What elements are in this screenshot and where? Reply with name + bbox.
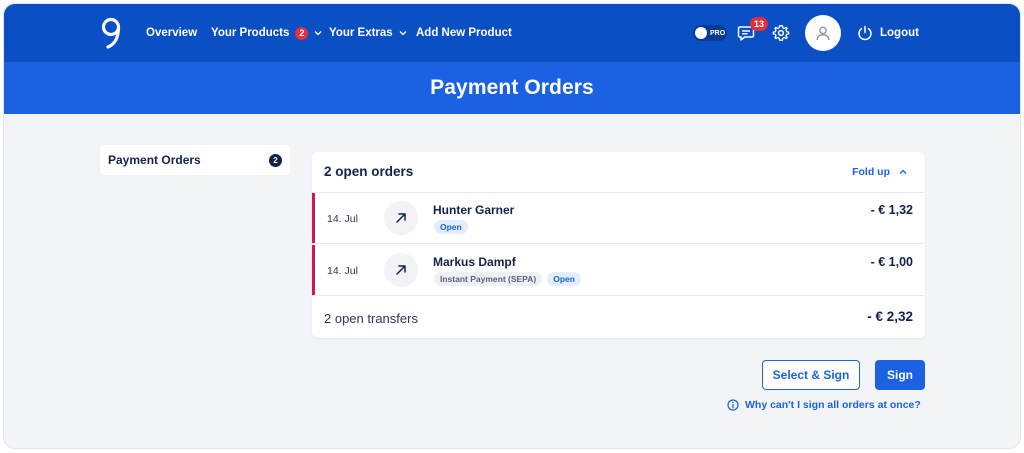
status-badge-open: Open: [434, 220, 468, 234]
settings-button[interactable]: [770, 22, 792, 44]
order-tags: Open: [434, 220, 468, 234]
payment-type-badge: Instant Payment (SEPA): [434, 272, 543, 286]
open-status-indicator: [312, 245, 315, 295]
nav-your-extras-label: Your Extras: [329, 27, 393, 39]
chevron-down-icon: [399, 31, 407, 36]
status-badge-open: Open: [547, 272, 581, 286]
nav-overview-label: Overview: [146, 27, 198, 39]
order-tags: Instant Payment (SEPA) Open: [434, 272, 581, 286]
user-icon: [816, 26, 830, 41]
user-avatar-button[interactable]: [805, 15, 841, 51]
order-date: 14. Jul: [327, 213, 358, 225]
outgoing-transfer-icon-wrap: [384, 201, 418, 235]
card-header: 2 open orders Fold up: [312, 152, 925, 193]
recipient-name: Markus Dampf: [433, 255, 516, 269]
toggle-knob: [695, 27, 707, 39]
messages-count-badge: 13: [750, 17, 769, 31]
select-and-sign-button[interactable]: Select & Sign: [762, 360, 860, 390]
signing-help-label: Why can't I sign all orders at once?: [745, 399, 921, 411]
open-orders-card: 2 open orders Fold up 14. Jul Hunter Gar…: [312, 152, 925, 338]
arrow-up-right-icon: [396, 213, 406, 223]
page-header: Payment Orders: [4, 62, 1020, 114]
app-window: Overview Your Products 2 Your Extras Add…: [3, 3, 1021, 449]
nav-your-products[interactable]: Your Products 2: [211, 4, 322, 62]
brand-logo[interactable]: [99, 16, 123, 50]
chevron-down-icon: [314, 31, 322, 36]
chevron-up-icon: [899, 169, 907, 174]
info-icon: [727, 399, 739, 411]
logout-button[interactable]: Logout: [857, 4, 919, 62]
order-amount: - € 1,00: [870, 255, 913, 269]
total-amount: - € 2,32: [867, 309, 913, 324]
signing-help-link[interactable]: Why can't I sign all orders at once?: [727, 399, 921, 411]
logout-label: Logout: [880, 27, 919, 39]
sidebar-item-label: Payment Orders: [108, 153, 201, 167]
order-date: 14. Jul: [327, 265, 358, 277]
fold-up-button[interactable]: Fold up: [852, 166, 907, 178]
sidebar-count-badge: 2: [269, 153, 282, 167]
fold-up-label: Fold up: [852, 166, 890, 178]
sign-button[interactable]: Sign: [875, 360, 925, 390]
top-navigation-bar: Overview Your Products 2 Your Extras Add…: [4, 4, 1020, 62]
card-title: 2 open orders: [324, 164, 414, 179]
open-status-indicator: [312, 193, 315, 243]
orders-total-row: 2 open transfers - € 2,32: [312, 297, 925, 338]
nav-your-products-label: Your Products: [211, 27, 290, 39]
nav-overview[interactable]: Overview: [146, 4, 197, 62]
nav-your-extras[interactable]: Your Extras: [329, 4, 407, 62]
arrow-up-right-icon: [396, 265, 406, 275]
products-count-badge: 2: [295, 26, 309, 40]
nav-add-new-product[interactable]: Add New Product: [416, 4, 512, 62]
pro-toggle-label: PRO: [710, 29, 726, 37]
pro-toggle[interactable]: PRO: [693, 25, 727, 41]
outgoing-transfer-icon-wrap: [384, 253, 418, 287]
order-row[interactable]: 14. Jul Markus Dampf Instant Payment (SE…: [312, 245, 925, 296]
power-icon: [858, 25, 872, 41]
gear-icon: [772, 25, 790, 41]
total-label: 2 open transfers: [324, 311, 418, 326]
order-amount: - € 1,32: [870, 203, 913, 217]
order-row[interactable]: 14. Jul Hunter Garner Open - € 1,32: [312, 193, 925, 244]
sidebar-item-payment-orders[interactable]: Payment Orders 2: [100, 145, 290, 175]
page-title: Payment Orders: [430, 76, 594, 99]
recipient-name: Hunter Garner: [433, 203, 515, 217]
nav-add-new-product-label: Add New Product: [416, 27, 512, 39]
